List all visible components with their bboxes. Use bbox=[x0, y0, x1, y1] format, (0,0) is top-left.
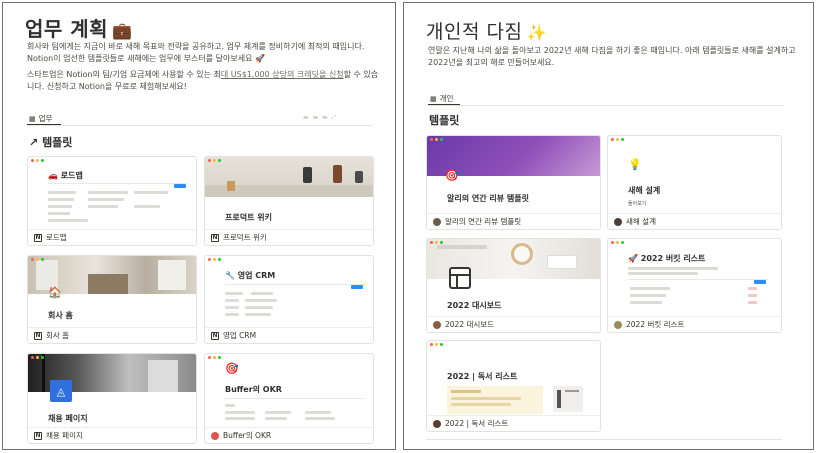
notion-icon: N bbox=[211, 233, 219, 242]
card-subtitle: 돌아보기 bbox=[628, 201, 647, 207]
triangle-logo-icon: ◬ bbox=[50, 380, 72, 402]
card-footer: 새해 설계 bbox=[608, 213, 781, 229]
template-card-recruiting-page[interactable]: ◬ 채용 페이지 N 채용 페이지 bbox=[27, 353, 197, 444]
credit-apply-link[interactable]: 대 US$1,000 상당의 크레딧을 신청 bbox=[221, 70, 344, 79]
card-title: 프로덕트 위키 bbox=[225, 213, 272, 222]
window-dots bbox=[31, 159, 44, 162]
window-dots bbox=[208, 356, 221, 359]
lightbulb-icon: 💡 bbox=[628, 158, 642, 171]
card-title: Buffer의 OKR bbox=[225, 385, 282, 394]
card-title: 🚀 2022 버킷 리스트 bbox=[628, 254, 706, 263]
card-cover-image bbox=[205, 157, 373, 197]
template-card-new-year-plan[interactable]: 💡 새해 설계 돌아보기 새해 설계 bbox=[607, 135, 782, 230]
layout-icon bbox=[449, 267, 471, 289]
notion-icon: N bbox=[211, 331, 219, 340]
card-footer: N 채용 페이지 bbox=[28, 427, 196, 443]
avatar bbox=[433, 217, 441, 226]
template-card-2022-dashboard[interactable]: 2022 대시보드 2022 대시보드 bbox=[426, 238, 601, 333]
window-dots bbox=[611, 241, 624, 244]
avatar bbox=[614, 320, 622, 329]
window-dots bbox=[430, 241, 443, 244]
briefcase-icon: 💼 bbox=[112, 21, 133, 40]
personal-resolution-panel: 개인적 다짐 ✨ 연말은 지난해 나의 삶을 돌아보고 2022년 새해 다짐을 … bbox=[403, 2, 814, 450]
card-title: 알리의 연간 리뷰 템플릿 bbox=[447, 194, 529, 203]
card-footer: 2022 버킷 리스트 bbox=[608, 316, 781, 332]
notion-icon: N bbox=[34, 331, 42, 340]
car-icon: 🚗 bbox=[48, 171, 58, 180]
work-planning-panel: 업무 계획 💼 회사와 팀에게는 지금이 바로 새해 목표와 전략을 공유하고, … bbox=[2, 2, 396, 450]
startup-credit-text: 스타트업은 Notion의 팀/기업 요금제에 사용할 수 있는 최대 US$1… bbox=[27, 70, 379, 91]
window-dots bbox=[31, 356, 44, 359]
card-footer: 알리의 연간 리뷰 템플릿 bbox=[427, 213, 600, 229]
card-footer: N 회사 홈 bbox=[28, 327, 196, 343]
window-dots bbox=[611, 138, 624, 141]
window-dots bbox=[208, 159, 221, 162]
window-dots bbox=[430, 343, 443, 346]
avatar bbox=[433, 419, 441, 428]
view-tools[interactable]: ▬ ▬ ▬ ⤢ bbox=[303, 114, 338, 122]
section-title: 템플릿 bbox=[429, 114, 460, 127]
tab-personal[interactable]: ▦ 개인 bbox=[430, 93, 453, 104]
sparkles-icon: ✨ bbox=[526, 23, 547, 42]
card-title: 🔧 영업 CRM bbox=[225, 271, 276, 280]
card-title: 2022 | 독서 리스트 bbox=[447, 372, 518, 381]
callout-box bbox=[447, 386, 543, 414]
card-footer: N 프로덕트 위키 bbox=[205, 229, 373, 245]
card-footer: N 영업 CRM bbox=[205, 327, 373, 343]
rocket-icon: 🚀 bbox=[628, 254, 638, 263]
book-thumbnail bbox=[553, 386, 583, 412]
card-title: 새해 설계 bbox=[628, 186, 661, 195]
tab-work[interactable]: ▦ 업무 bbox=[29, 113, 52, 124]
template-card-product-wiki[interactable]: 프로덕트 위키 N 프로덕트 위키 bbox=[204, 156, 374, 246]
intro-text: 회사와 팀에게는 지금이 바로 새해 목표와 전략을 공유하고, 업무 체계를 … bbox=[27, 42, 365, 63]
template-card-annual-review[interactable]: 🎯 알리의 연간 리뷰 템플릿 알리의 연간 리뷰 템플릿 bbox=[426, 135, 601, 230]
target-icon: 🎯 bbox=[445, 169, 459, 182]
card-title: 회사 홈 bbox=[48, 311, 73, 320]
card-title: 채용 페이지 bbox=[48, 414, 88, 423]
tab-divider bbox=[428, 105, 783, 106]
card-footer: 2022 대시보드 bbox=[427, 316, 600, 332]
card-footer: 2022 | 독서 리스트 bbox=[427, 415, 600, 431]
wrench-icon: 🔧 bbox=[225, 271, 235, 280]
card-title: 2022 대시보드 bbox=[447, 301, 502, 310]
table-icon: ▦ bbox=[430, 94, 437, 103]
arrow-icon: ↗ bbox=[29, 136, 39, 149]
template-card-buffer-okr[interactable]: 🎯 Buffer의 OKR Buffer의 OKR bbox=[204, 353, 374, 444]
template-card-roadmap[interactable]: 🚗 로드맵 N 로드맵 bbox=[27, 156, 197, 246]
section-title: ↗ 템플릿 bbox=[29, 136, 73, 149]
tab-divider bbox=[27, 125, 373, 126]
card-title: 🚗 로드맵 bbox=[48, 171, 83, 180]
target-icon: 🎯 bbox=[225, 362, 239, 375]
window-dots bbox=[430, 138, 443, 141]
table-icon: ▦ bbox=[29, 114, 36, 123]
bottom-divider bbox=[426, 439, 782, 440]
intro-text: 연말은 지난해 나의 삶을 돌아보고 2022년 새해 다짐을 하기 좋은 때입… bbox=[428, 46, 796, 67]
template-card-2022-reading-list[interactable]: 2022 | 독서 리스트 2022 | 독서 리스트 bbox=[426, 340, 601, 432]
avatar bbox=[614, 217, 622, 226]
template-card-company-home[interactable]: 🏠 회사 홈 N 회사 홈 bbox=[27, 255, 197, 344]
avatar bbox=[433, 320, 441, 329]
card-footer: Buffer의 OKR bbox=[205, 427, 373, 443]
notion-icon: N bbox=[34, 233, 42, 242]
window-dots bbox=[31, 258, 44, 261]
window-dots bbox=[208, 258, 221, 261]
template-card-2022-bucket-list[interactable]: 🚀 2022 버킷 리스트 2022 버킷 리스트 bbox=[607, 238, 782, 333]
house-icon: 🏠 bbox=[48, 286, 62, 299]
buffer-logo-icon bbox=[211, 431, 219, 440]
page-title: 개인적 다짐 ✨ bbox=[426, 21, 547, 43]
template-card-sales-crm[interactable]: 🔧 영업 CRM N 영업 CRM bbox=[204, 255, 374, 344]
card-footer: N 로드맵 bbox=[28, 229, 196, 245]
page-title: 업무 계획 💼 bbox=[25, 17, 133, 41]
notion-icon: N bbox=[34, 431, 42, 440]
